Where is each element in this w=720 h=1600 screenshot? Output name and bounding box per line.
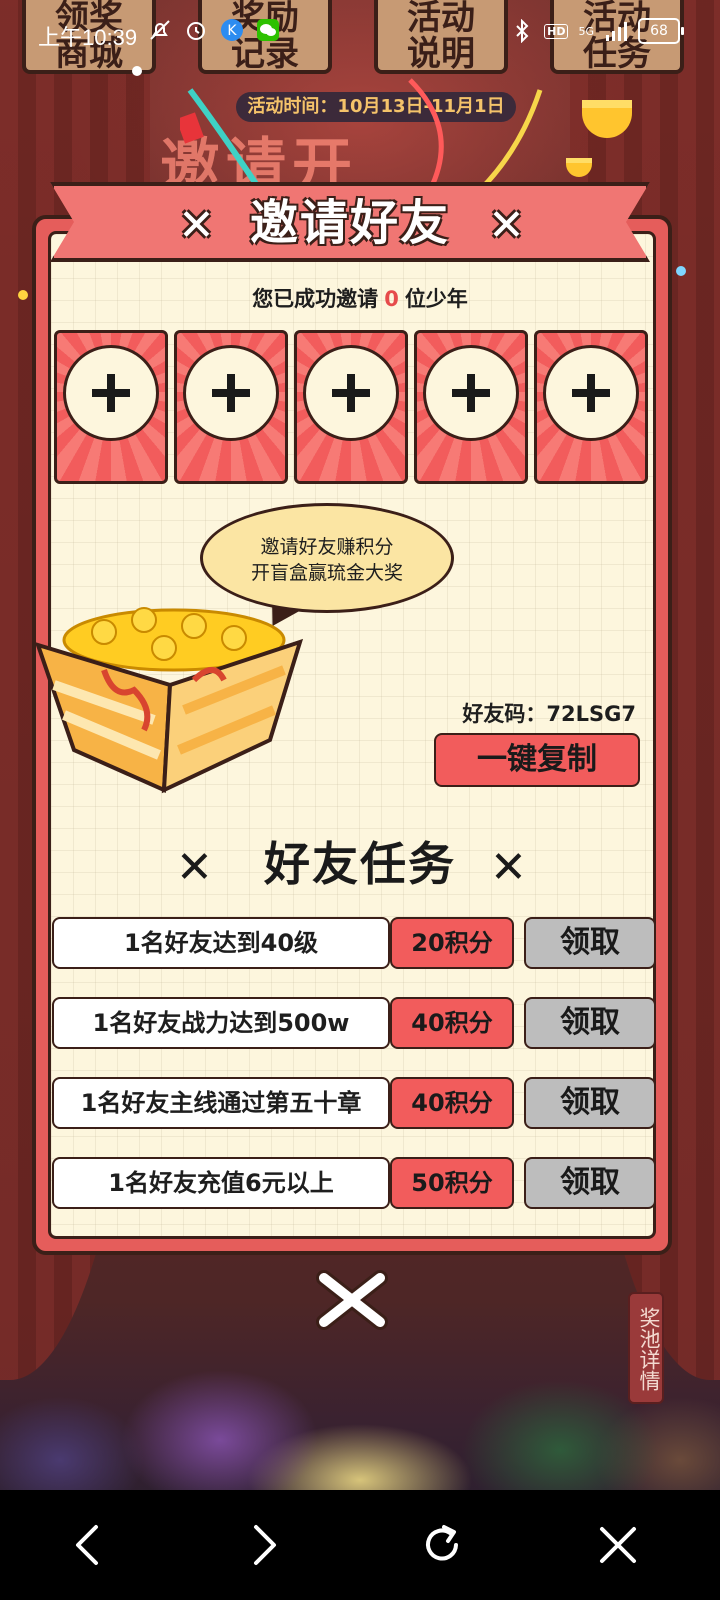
svg-text:K: K <box>227 23 237 39</box>
forward-icon[interactable] <box>234 1515 294 1575</box>
status-time: 上午10:39 <box>38 25 138 50</box>
wechat-icon <box>257 19 279 41</box>
x-decoration-icon: ✕ <box>490 842 527 893</box>
back-icon[interactable] <box>58 1515 118 1575</box>
task-points: 40积分 <box>390 997 514 1049</box>
bubble-line-2: 开盲盒赢琉金大奖 <box>250 562 403 584</box>
task-description: 1名好友主线通过第五十章 <box>52 1077 390 1129</box>
invite-slot[interactable] <box>174 330 288 484</box>
confetti-dot <box>676 266 686 276</box>
bluetooth-icon <box>516 19 529 43</box>
task-points: 20积分 <box>390 917 514 969</box>
invite-slot[interactable] <box>54 330 168 484</box>
copy-code-button[interactable]: 一键复制 <box>434 733 640 787</box>
task-points: 40积分 <box>390 1077 514 1129</box>
network-type: 5G <box>578 24 594 38</box>
claim-button[interactable]: 领取 <box>524 1157 656 1209</box>
character-artwork <box>0 1370 720 1490</box>
plus-icon <box>183 345 279 441</box>
plus-icon <box>423 345 519 441</box>
task-row: 1名好友达到40级 20积分 领取 <box>52 917 656 969</box>
x-decoration-icon: ✕ <box>178 200 215 251</box>
task-row: 1名好友战力达到500w 40积分 领取 <box>52 997 656 1049</box>
tasks-title: 好友任务 <box>264 837 456 891</box>
invited-count: 0 <box>384 287 399 311</box>
bubble-line-1: 邀请好友赚积分 <box>260 536 394 558</box>
invited-count-text: 您已成功邀请 0 位少年 <box>52 283 668 313</box>
claim-button[interactable]: 领取 <box>524 997 656 1049</box>
confetti-dot <box>18 290 28 300</box>
invite-slot[interactable] <box>534 330 648 484</box>
plus-icon <box>543 345 639 441</box>
invited-suffix: 位少年 <box>404 287 468 311</box>
invite-slot[interactable] <box>294 330 408 484</box>
plus-icon <box>63 345 159 441</box>
alarm-icon <box>187 22 205 40</box>
task-row: 1名好友主线通过第五十章 40积分 领取 <box>52 1077 656 1129</box>
invite-title: 邀请好友 <box>249 195 450 251</box>
plus-icon <box>303 345 399 441</box>
treasure-box-icon <box>34 607 304 794</box>
hd-badge: HD <box>544 23 569 39</box>
invite-slots <box>54 330 648 484</box>
mute-bell-icon <box>150 20 170 40</box>
app-k-icon: K <box>221 19 243 41</box>
friend-code: 好友码：72LSG7 <box>462 702 636 726</box>
claim-button[interactable]: 领取 <box>524 917 656 969</box>
status-bar: 上午10:39 K HD 5G 68 <box>0 0 720 64</box>
x-decoration-icon: ✕ <box>488 200 525 251</box>
task-row: 1名好友充值6元以上 50积分 领取 <box>52 1157 656 1209</box>
confetti-dot <box>132 66 142 76</box>
task-description: 1名好友战力达到500w <box>52 997 390 1049</box>
task-points: 50积分 <box>390 1157 514 1209</box>
invited-prefix: 您已成功邀请 <box>252 287 379 311</box>
close-icon[interactable] <box>588 1515 648 1575</box>
task-description: 1名好友达到40级 <box>52 917 390 969</box>
close-panel-icon[interactable] <box>316 1270 388 1330</box>
claim-button[interactable]: 领取 <box>524 1077 656 1129</box>
confetti-ribbons <box>180 78 543 192</box>
signal-icon <box>606 22 627 41</box>
browser-nav-bar <box>0 1490 720 1600</box>
invite-slot[interactable] <box>414 330 528 484</box>
battery-icon: 68 <box>638 18 684 44</box>
prize-pool-button[interactable]: 奖池详情 <box>628 1292 664 1404</box>
task-description: 1名好友充值6元以上 <box>52 1157 390 1209</box>
refresh-icon[interactable] <box>412 1515 472 1575</box>
